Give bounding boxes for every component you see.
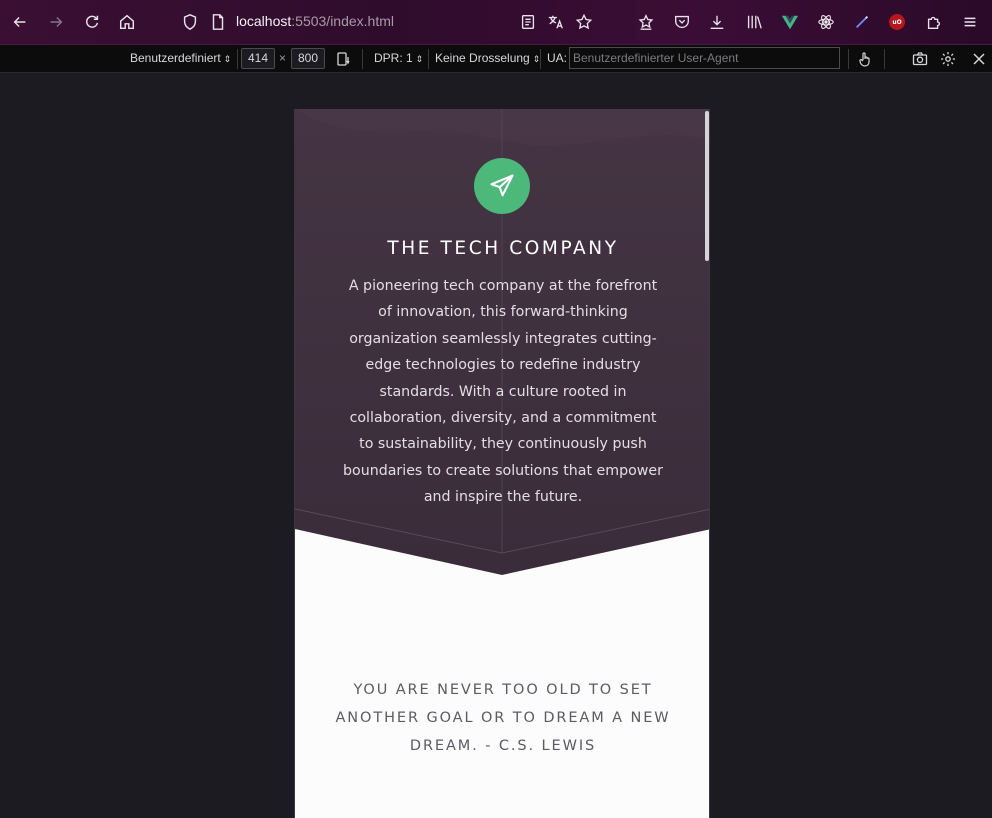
- divider: [428, 49, 429, 69]
- device-selector[interactable]: Benutzerdefiniert ⇕: [130, 51, 231, 65]
- extensions-puzzle-icon[interactable]: [924, 12, 944, 32]
- screenshot-camera-icon[interactable]: [911, 50, 929, 68]
- browser-toolbar: localhost:5503/index.html uO: [0, 0, 992, 45]
- touch-simulation-icon[interactable]: [856, 50, 874, 68]
- ublock-origin-icon[interactable]: uO: [889, 14, 905, 30]
- back-arrow-icon[interactable]: [10, 12, 30, 32]
- device-selector-label: Benutzerdefiniert: [130, 51, 221, 65]
- forward-arrow-icon[interactable]: [46, 12, 66, 32]
- page-info-icon[interactable]: [208, 12, 228, 32]
- react-devtools-icon[interactable]: [816, 12, 836, 32]
- close-icon[interactable]: [970, 50, 988, 68]
- url-host: localhost: [236, 13, 292, 29]
- responsive-design-toolbar: Benutzerdefiniert ⇕ 414 × 800 DPR: 1 ⇕ Kei…: [0, 45, 992, 73]
- bookmarks-star-list-icon[interactable]: [636, 12, 656, 32]
- pocket-icon[interactable]: [672, 12, 692, 32]
- hero-section: THE TECH COMPANY A pioneering tech compa…: [295, 109, 709, 579]
- hamburger-menu-icon[interactable]: [960, 12, 980, 32]
- viewport-height-input[interactable]: 800: [291, 48, 325, 69]
- paper-plane-icon: [490, 174, 514, 197]
- library-icon[interactable]: [744, 12, 764, 32]
- divider: [362, 49, 363, 69]
- dropdown-arrows-icon: ⇕: [223, 54, 232, 64]
- rotate-viewport-icon[interactable]: [335, 50, 353, 68]
- translate-icon[interactable]: [546, 12, 566, 32]
- dropdown-arrows-icon: ⇕: [415, 54, 424, 64]
- download-icon[interactable]: [707, 12, 727, 32]
- color-picker-icon[interactable]: [852, 12, 872, 32]
- bookmark-star-icon[interactable]: [574, 12, 594, 32]
- divider: [884, 49, 885, 69]
- quote-text: YOU ARE NEVER TOO OLD TO SET ANOTHER GOA…: [335, 682, 671, 754]
- viewport-width-input[interactable]: 414: [241, 48, 275, 69]
- shield-icon[interactable]: [180, 12, 200, 32]
- dpr-selector[interactable]: DPR: 1 ⇕: [374, 51, 423, 65]
- reload-icon[interactable]: [82, 12, 102, 32]
- page-viewport: THE TECH COMPANY A pioneering tech compa…: [294, 109, 710, 818]
- home-icon[interactable]: [117, 12, 137, 32]
- divider: [848, 49, 849, 69]
- reader-view-icon[interactable]: [518, 12, 538, 32]
- settings-gear-icon[interactable]: [939, 50, 957, 68]
- url-path: :5503/index.html: [291, 13, 394, 29]
- divider: [540, 49, 541, 69]
- throttling-selector[interactable]: Keine Drosselung ⇕: [435, 51, 540, 65]
- vue-devtools-icon[interactable]: [780, 12, 800, 32]
- company-logo: [474, 158, 530, 214]
- user-agent-input[interactable]: Benutzerdefinierter User-Agent: [569, 47, 840, 69]
- address-bar-url[interactable]: localhost:5503/index.html: [236, 13, 394, 29]
- ua-label: UA:: [547, 51, 568, 65]
- dpr-label: DPR: 1: [374, 51, 413, 65]
- company-description: A pioneering tech company at the forefro…: [343, 278, 663, 506]
- throttling-label: Keine Drosselung: [435, 51, 530, 65]
- dimension-times: ×: [279, 51, 287, 65]
- divider: [237, 49, 238, 69]
- company-title: THE TECH COMPANY: [387, 238, 619, 259]
